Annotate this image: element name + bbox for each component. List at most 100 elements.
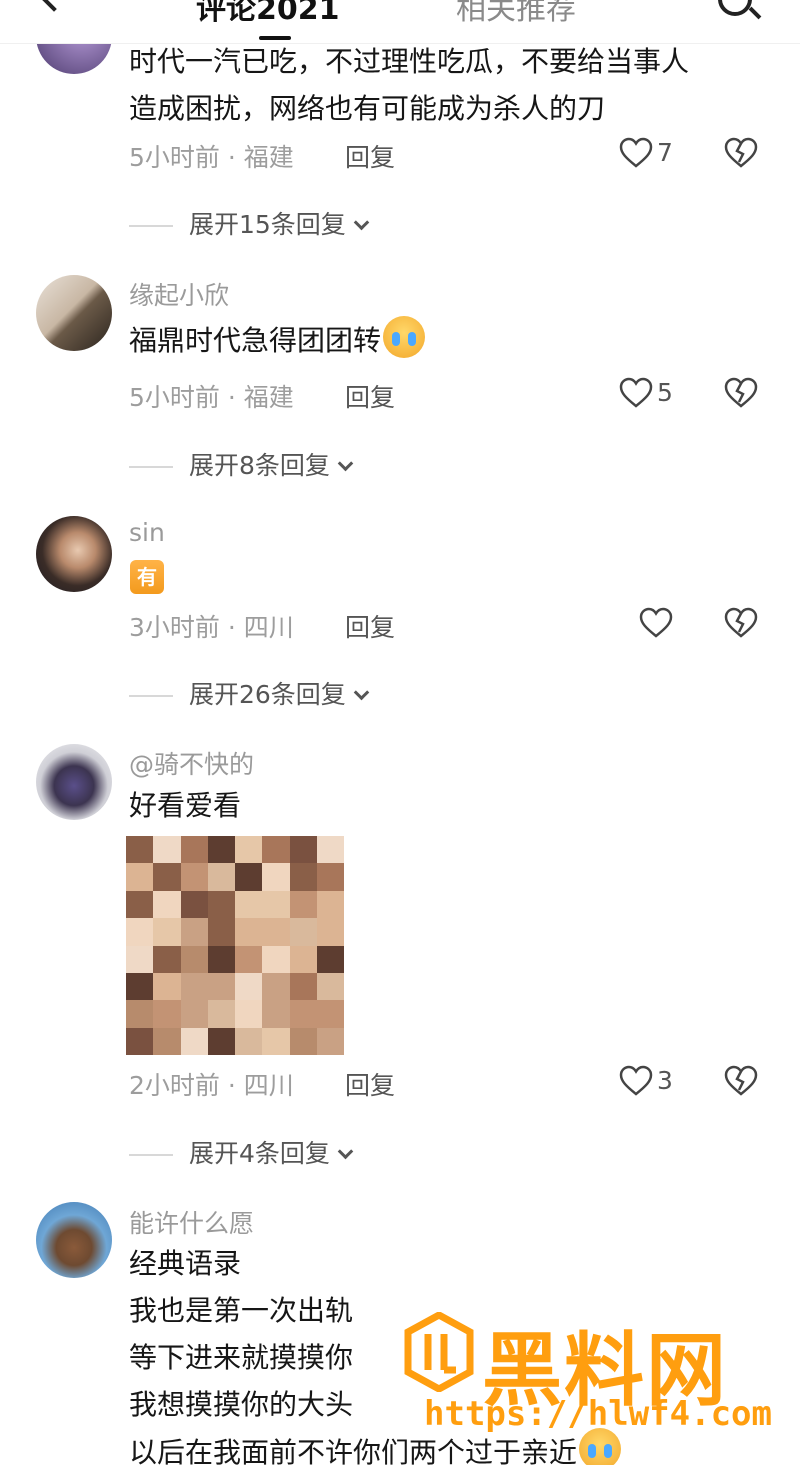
comment-line: 福鼎时代急得团团转	[129, 324, 382, 357]
expand-label: 展开8条回复	[189, 451, 330, 480]
mosaic-block	[153, 1027, 181, 1055]
mosaic-block	[289, 836, 317, 864]
reply-button[interactable]: 回复	[345, 378, 395, 414]
mosaic-block	[289, 945, 317, 973]
expand-replies[interactable]: 展开15条回复	[129, 205, 370, 241]
username[interactable]: 能许什么愿	[129, 1204, 254, 1240]
mosaic-block	[126, 945, 154, 973]
username[interactable]: sin	[129, 518, 165, 547]
search-icon[interactable]	[718, 0, 752, 16]
mosaic-block	[180, 1000, 208, 1028]
comment-line: 时代一汽已吃，不过理性吃瓜，不要给当事人	[129, 45, 690, 78]
mosaic-block	[289, 863, 317, 891]
mosaic-block	[207, 836, 235, 864]
top-bar: 评论2021 相关推荐	[0, 0, 800, 44]
mosaic-block	[126, 972, 154, 1001]
reply-button[interactable]: 回复	[345, 138, 395, 174]
mosaic-block	[207, 972, 235, 1001]
heart-icon[interactable]	[619, 377, 653, 409]
expand-replies[interactable]: 展开26条回复	[129, 675, 370, 711]
broken-heart-icon[interactable]	[724, 377, 758, 409]
chevron-down-icon	[353, 684, 370, 701]
mosaic-block	[153, 918, 181, 946]
location: 四川	[243, 1071, 294, 1100]
broken-heart-icon[interactable]	[724, 607, 758, 639]
reply-button[interactable]: 回复	[345, 608, 395, 644]
mosaic-block	[235, 890, 263, 919]
divider	[129, 695, 173, 697]
mosaic-block	[180, 836, 208, 864]
mosaic-block	[289, 918, 317, 946]
reply-button[interactable]: 回复	[345, 1066, 395, 1102]
crying-emoji-icon	[383, 316, 426, 358]
comment-line: 经典语录	[129, 1247, 242, 1280]
divider	[129, 1154, 173, 1156]
username[interactable]: @骑不快的	[129, 745, 254, 781]
watermark: 黑料网 https://hlwf4.com	[404, 1312, 784, 1442]
like-count: 3	[657, 1066, 673, 1095]
mosaic-block	[289, 890, 317, 919]
mosaic-block	[289, 1027, 317, 1055]
like-count: 7	[657, 138, 673, 167]
mosaic-block	[126, 1027, 154, 1055]
mosaic-block	[262, 863, 290, 891]
timestamp: 5小时前	[129, 143, 220, 172]
expand-label: 展开15条回复	[189, 210, 346, 239]
tab-comments[interactable]: 评论2021	[196, 0, 340, 28]
mosaic-block	[126, 890, 154, 919]
mosaic-block	[207, 945, 235, 973]
mosaic-block	[126, 836, 154, 864]
timestamp: 2小时前	[129, 1071, 220, 1100]
mosaic-block	[180, 918, 208, 946]
comment-line: 好看爱看	[129, 789, 242, 822]
username[interactable]: 缘起小欣	[129, 276, 229, 312]
tab-related[interactable]: 相关推荐	[456, 0, 576, 28]
mosaic-block	[126, 918, 154, 946]
mosaic-block	[262, 918, 290, 946]
heart-icon[interactable]	[639, 607, 673, 639]
mosaic-block	[316, 918, 344, 946]
separator: ·	[219, 613, 244, 642]
heart-icon[interactable]	[619, 137, 653, 169]
attached-image[interactable]	[126, 836, 344, 1055]
mosaic-block	[207, 1000, 235, 1028]
mosaic-block	[153, 890, 181, 919]
mosaic-block	[316, 1000, 344, 1028]
expand-replies[interactable]: 展开4条回复	[129, 1134, 354, 1170]
mosaic-block	[316, 836, 344, 864]
separator: ·	[219, 1071, 244, 1100]
mosaic-block	[153, 945, 181, 973]
mosaic-block	[153, 1000, 181, 1028]
chevron-down-icon	[337, 1143, 354, 1160]
separator: ·	[219, 143, 244, 172]
chevron-down-icon	[337, 455, 354, 472]
mosaic-block	[180, 1027, 208, 1055]
avatar[interactable]	[36, 275, 112, 351]
mosaic-block	[207, 1027, 235, 1055]
broken-heart-icon[interactable]	[724, 137, 758, 169]
mosaic-block	[126, 863, 154, 891]
mosaic-block	[207, 918, 235, 946]
expand-replies[interactable]: 展开8条回复	[129, 446, 354, 482]
separator: ·	[219, 383, 244, 412]
mosaic-block	[180, 890, 208, 919]
mosaic-block	[153, 836, 181, 864]
avatar[interactable]	[36, 516, 112, 592]
avatar[interactable]	[36, 1202, 112, 1278]
mosaic-block	[316, 863, 344, 891]
watermark-url: https://hlwf4.com	[424, 1394, 772, 1434]
broken-heart-icon[interactable]	[724, 1065, 758, 1097]
divider	[129, 466, 173, 468]
heart-icon[interactable]	[619, 1065, 653, 1097]
location: 福建	[243, 383, 294, 412]
comment-text: 好看爱看	[129, 782, 241, 829]
back-arrow-icon[interactable]	[34, 0, 74, 12]
mosaic-block	[235, 972, 263, 1001]
like-count: 5	[657, 378, 673, 407]
mosaic-block	[180, 863, 208, 891]
mosaic-block	[153, 972, 181, 1001]
avatar[interactable]	[36, 744, 112, 820]
mosaic-block	[180, 945, 208, 973]
divider	[129, 225, 173, 227]
comment-text: 时代一汽已吃，不过理性吃瓜，不要给当事人 造成困扰，网络也有可能成为杀人的刀	[129, 38, 689, 132]
